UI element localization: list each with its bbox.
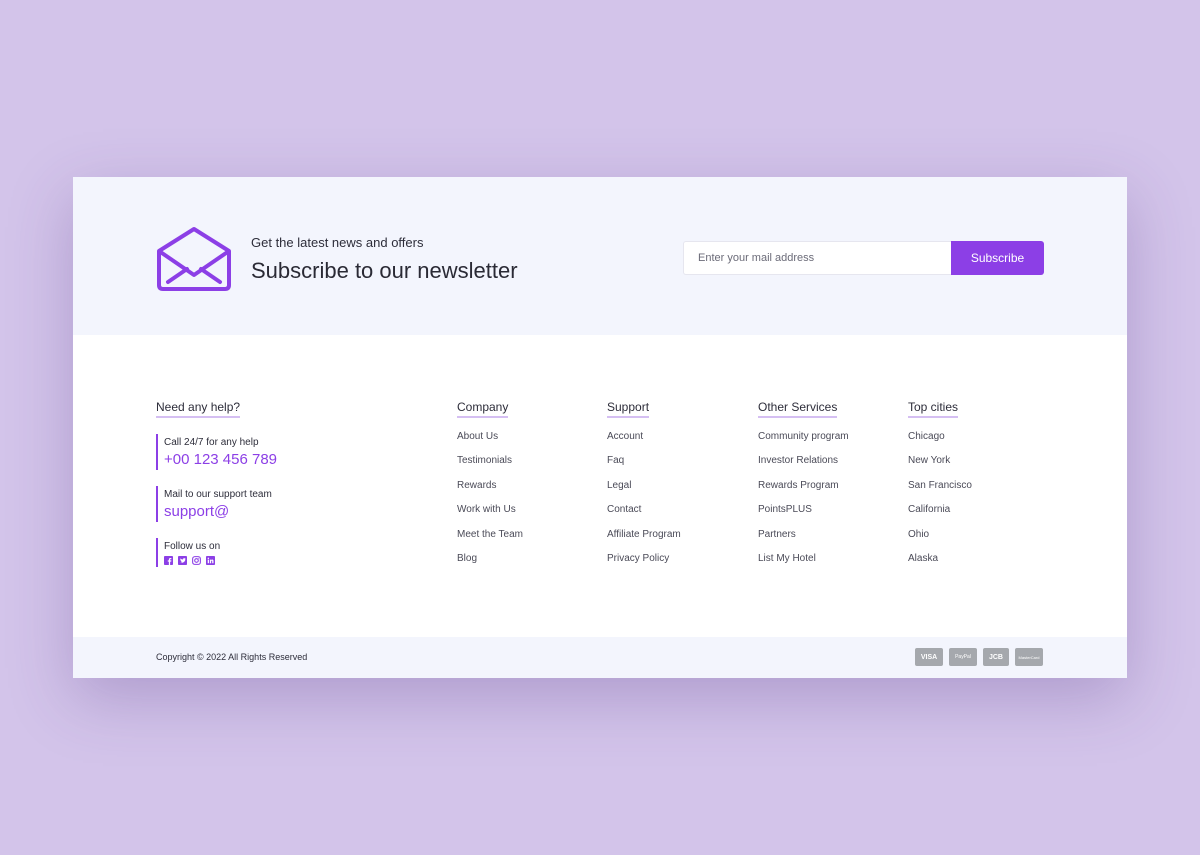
footer-card: Get the latest news and offers Subscribe… xyxy=(73,177,1127,678)
support-links: Account Faq Legal Contact Affiliate Prog… xyxy=(607,430,681,576)
footer-link: Privacy Policy xyxy=(607,552,681,576)
footer-link: Meet the Team xyxy=(457,528,523,552)
footer-link: About Us xyxy=(457,430,523,454)
link-meet-the-team[interactable]: Meet the Team xyxy=(457,529,523,540)
support-column: Support Account Faq Legal Contact Affili… xyxy=(607,398,681,576)
help-heading: Need any help? xyxy=(156,400,241,418)
footer-link: Community program xyxy=(758,430,849,454)
footer-link: Rewards Program xyxy=(758,479,849,503)
jcb-icon: JCB xyxy=(983,648,1009,666)
top-cities-links: Chicago New York San Francisco Californi… xyxy=(908,430,972,576)
link-about-us[interactable]: About Us xyxy=(457,431,498,442)
footer-link: Investor Relations xyxy=(758,454,849,478)
newsletter-title: Subscribe to our newsletter xyxy=(251,258,518,283)
link-alaska[interactable]: Alaska xyxy=(908,553,938,564)
link-ohio[interactable]: Ohio xyxy=(908,529,929,540)
link-san-francisco[interactable]: San Francisco xyxy=(908,480,972,491)
footer-link: Faq xyxy=(607,454,681,478)
footer-link: List My Hotel xyxy=(758,552,849,576)
footer-bottom-bar: Copyright © 2022 All Rights Reserved VIS… xyxy=(73,637,1127,678)
link-legal[interactable]: Legal xyxy=(607,480,631,491)
call-label: Call 24/7 for any help xyxy=(164,437,259,448)
twitter-icon[interactable] xyxy=(178,556,187,565)
other-services-heading: Other Services xyxy=(758,400,838,418)
company-column: Company About Us Testimonials Rewards Wo… xyxy=(457,398,523,576)
top-cities-heading: Top cities xyxy=(908,400,959,418)
footer-link: Affiliate Program xyxy=(607,528,681,552)
footer-link: Work with Us xyxy=(457,503,523,527)
link-california[interactable]: California xyxy=(908,504,950,515)
payment-methods: VISA PayPal JCB MasterCard xyxy=(915,648,1043,666)
footer-link: Testimonials xyxy=(457,454,523,478)
footer-link: Contact xyxy=(607,503,681,527)
envelope-open-icon xyxy=(157,227,231,291)
subscribe-button[interactable]: Subscribe xyxy=(951,241,1044,275)
footer-link: Account xyxy=(607,430,681,454)
support-email-link[interactable]: support@ xyxy=(164,502,277,522)
email-input[interactable] xyxy=(683,241,951,275)
other-services-column: Other Services Community program Investo… xyxy=(758,398,849,576)
link-chicago[interactable]: Chicago xyxy=(908,431,945,442)
link-testimonials[interactable]: Testimonials xyxy=(457,455,512,466)
footer-link: Rewards xyxy=(457,479,523,503)
link-new-york[interactable]: New York xyxy=(908,455,950,466)
visa-icon: VISA xyxy=(915,648,943,666)
other-services-links: Community program Investor Relations Rew… xyxy=(758,430,849,576)
support-heading: Support xyxy=(607,400,650,418)
company-heading: Company xyxy=(457,400,509,418)
help-column: Need any help? Call 24/7 for any help +0… xyxy=(156,398,277,567)
newsletter-form: Subscribe xyxy=(683,241,1044,275)
instagram-icon[interactable] xyxy=(192,556,201,565)
link-investor-relations[interactable]: Investor Relations xyxy=(758,455,838,466)
link-privacy-policy[interactable]: Privacy Policy xyxy=(607,553,669,564)
footer-link: Alaska xyxy=(908,552,972,576)
footer-link: Legal xyxy=(607,479,681,503)
link-list-my-hotel[interactable]: List My Hotel xyxy=(758,553,816,564)
footer-link: Ohio xyxy=(908,528,972,552)
call-block: Call 24/7 for any help +00 123 456 789 xyxy=(156,434,277,470)
link-rewards[interactable]: Rewards xyxy=(457,480,496,491)
link-faq[interactable]: Faq xyxy=(607,455,624,466)
top-cities-column: Top cities Chicago New York San Francisc… xyxy=(908,398,972,576)
phone-link[interactable]: +00 123 456 789 xyxy=(164,450,277,470)
copyright-text: Copyright © 2022 All Rights Reserved xyxy=(156,652,308,662)
footer-link: California xyxy=(908,503,972,527)
newsletter-section: Get the latest news and offers Subscribe… xyxy=(73,177,1127,335)
footer-link: New York xyxy=(908,454,972,478)
link-pointsplus[interactable]: PointsPLUS xyxy=(758,504,812,515)
link-blog[interactable]: Blog xyxy=(457,553,477,564)
link-rewards-program[interactable]: Rewards Program xyxy=(758,480,839,491)
newsletter-kicker: Get the latest news and offers xyxy=(251,235,424,250)
link-partners[interactable]: Partners xyxy=(758,529,796,540)
linkedin-icon[interactable] xyxy=(206,556,215,565)
mastercard-icon: MasterCard xyxy=(1015,648,1043,666)
facebook-icon[interactable] xyxy=(164,556,173,565)
social-links xyxy=(164,556,277,567)
mail-block: Mail to our support team support@ xyxy=(156,486,277,522)
link-affiliate-program[interactable]: Affiliate Program xyxy=(607,529,681,540)
link-community-program[interactable]: Community program xyxy=(758,431,849,442)
newsletter-text: Get the latest news and offers Subscribe… xyxy=(251,235,518,284)
link-contact[interactable]: Contact xyxy=(607,504,641,515)
paypal-icon: PayPal xyxy=(949,648,977,666)
company-links: About Us Testimonials Rewards Work with … xyxy=(457,430,523,576)
follow-label: Follow us on xyxy=(164,541,221,552)
footer-link: PointsPLUS xyxy=(758,503,849,527)
link-account[interactable]: Account xyxy=(607,431,643,442)
link-work-with-us[interactable]: Work with Us xyxy=(457,504,516,515)
footer-link: San Francisco xyxy=(908,479,972,503)
mail-label: Mail to our support team xyxy=(164,489,272,500)
footer-link: Chicago xyxy=(908,430,972,454)
footer-link: Partners xyxy=(758,528,849,552)
follow-block: Follow us on xyxy=(156,538,277,567)
footer-link: Blog xyxy=(457,552,523,576)
